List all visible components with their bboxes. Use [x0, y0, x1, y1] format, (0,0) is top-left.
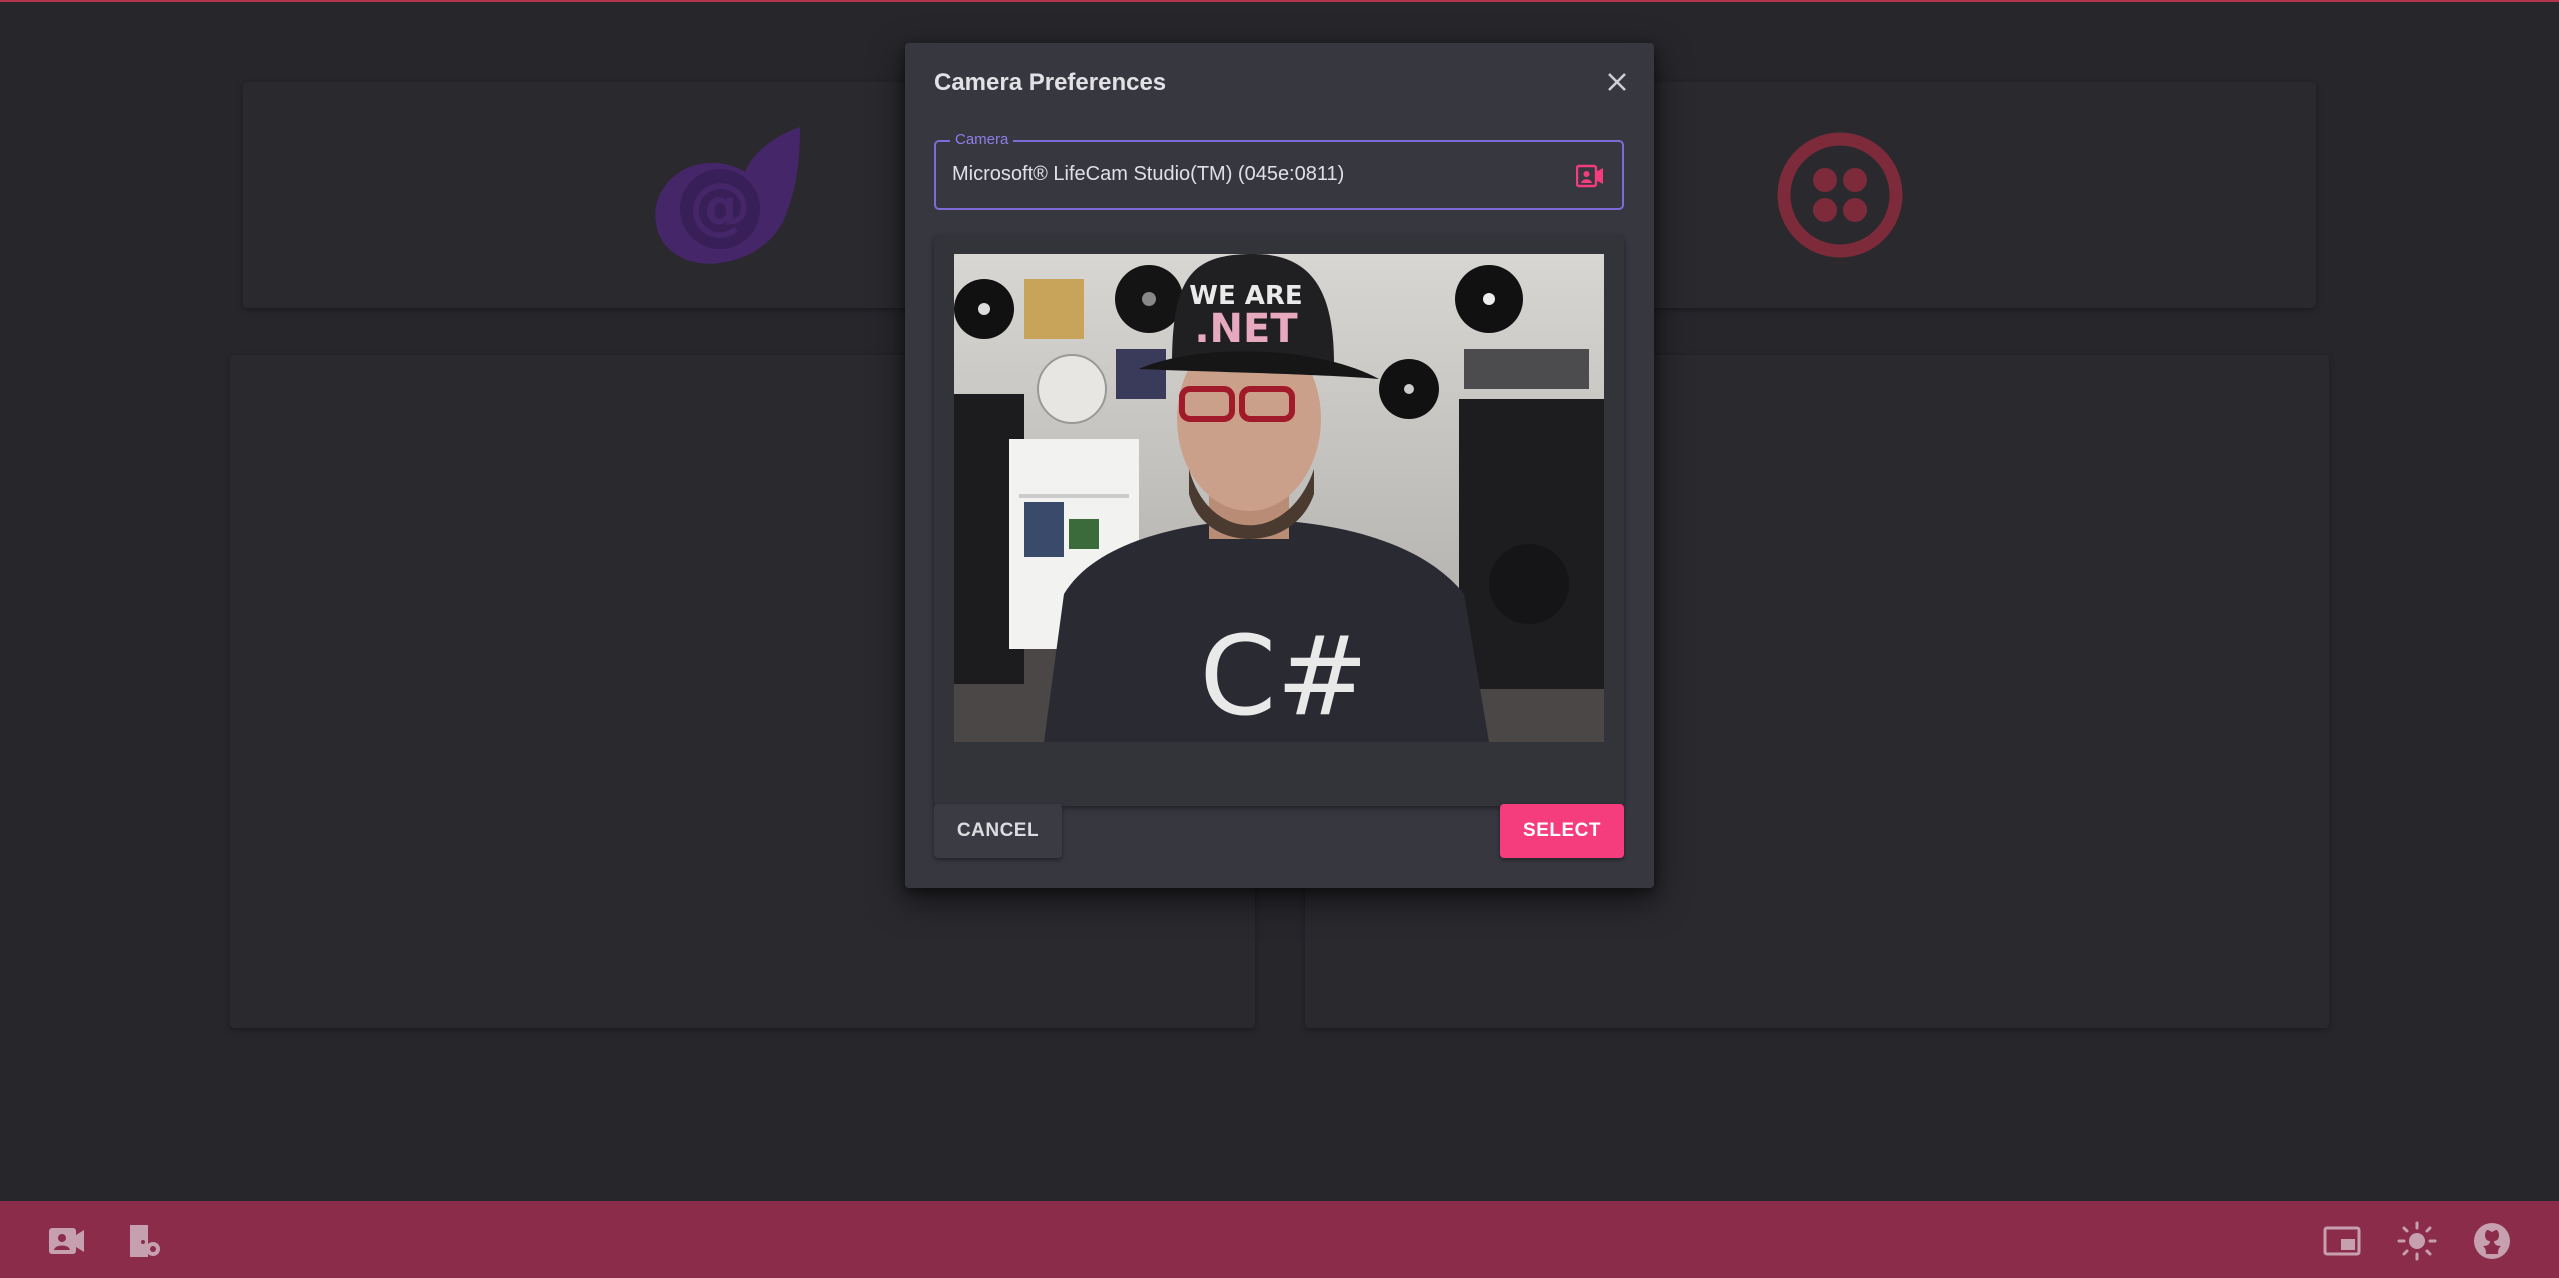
- svg-text:C#: C#: [1200, 612, 1369, 740]
- camera-preview-video: C# WE ARE .NET: [954, 254, 1604, 742]
- video-camera-icon[interactable]: [46, 1221, 86, 1261]
- camera-select[interactable]: Camera Microsoft® LifeCam Studio(TM) (04…: [934, 131, 1624, 210]
- close-button[interactable]: [1602, 67, 1632, 97]
- video-camera-icon: [1576, 163, 1604, 189]
- dialog-title: Camera Preferences: [934, 69, 1167, 96]
- select-button[interactable]: SELECT: [1500, 804, 1624, 858]
- brightness-icon[interactable]: [2397, 1221, 2437, 1261]
- room-settings-icon[interactable]: [124, 1221, 164, 1261]
- camera-preferences-dialog: Camera Preferences Camera Microsoft® Lif…: [905, 43, 1654, 888]
- app-page: @ Camera Preferences Camera Microsoft® L…: [0, 0, 2559, 1278]
- camera-preview-container: C# WE ARE .NET: [934, 236, 1624, 806]
- cancel-button[interactable]: CANCEL: [934, 804, 1062, 858]
- picture-in-picture-icon[interactable]: [2322, 1221, 2362, 1261]
- svg-text:.NET: .NET: [1194, 306, 1298, 352]
- github-icon[interactable]: [2472, 1221, 2512, 1261]
- bottom-app-bar: [0, 1201, 2559, 1278]
- close-icon: [1608, 73, 1626, 91]
- camera-select-value: Microsoft® LifeCam Studio(TM) (045e:0811…: [952, 163, 1345, 185]
- camera-select-label: Camera: [950, 131, 1014, 148]
